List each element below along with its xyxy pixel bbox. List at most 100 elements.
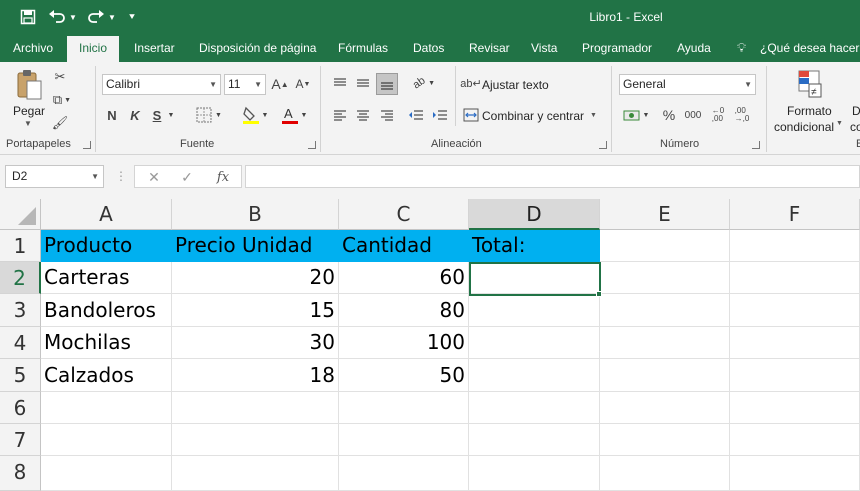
wrap-text-button[interactable]: Ajustar texto	[482, 78, 549, 92]
row-header-6[interactable]: 6	[0, 392, 41, 424]
accounting-format-icon[interactable]: ▼	[620, 106, 652, 124]
cell-e8[interactable]	[600, 456, 730, 491]
cell-a8[interactable]	[41, 456, 172, 491]
cell-c4[interactable]: 100	[339, 327, 469, 359]
cell-a5[interactable]: Calzados	[41, 359, 172, 392]
merge-center-icon[interactable]	[462, 106, 480, 124]
cell-b4[interactable]: 30	[172, 327, 339, 359]
cell-c2[interactable]: 60	[339, 262, 469, 294]
row-header-5[interactable]: 5	[0, 359, 41, 392]
cell-a3[interactable]: Bandoleros	[41, 294, 172, 327]
tab-archivo[interactable]: Archivo	[13, 34, 53, 62]
font-launcher-icon[interactable]	[308, 141, 316, 149]
underline-button[interactable]: S	[149, 106, 165, 124]
increase-font-icon[interactable]: A ▲	[271, 75, 289, 93]
cell-e6[interactable]	[600, 392, 730, 424]
conditional-format-label-1[interactable]: Formato	[787, 104, 832, 118]
conditional-format-icon[interactable]: ≠	[796, 68, 824, 100]
cell-a4[interactable]: Mochilas	[41, 327, 172, 359]
merge-dropdown-icon[interactable]: ▼	[590, 112, 597, 119]
format-as-table-label-1[interactable]: D	[852, 104, 860, 118]
row-header-8[interactable]: 8	[0, 456, 41, 491]
tab-ayuda[interactable]: Ayuda	[677, 34, 711, 62]
insert-function-icon[interactable]: fx	[214, 168, 232, 186]
cut-icon[interactable]: ✂	[51, 68, 69, 86]
fill-color-icon[interactable]: ▼	[240, 104, 270, 126]
row-header-4[interactable]: 4	[0, 327, 41, 359]
name-box[interactable]: D2 ▼	[5, 165, 104, 188]
row-header-1[interactable]: 1	[0, 230, 41, 262]
orientation-icon[interactable]: ab ▼	[409, 74, 439, 92]
cell-e1[interactable]	[600, 230, 730, 262]
decrease-indent-icon[interactable]	[406, 106, 426, 124]
cell-d1[interactable]: Total:	[469, 230, 600, 262]
number-format-select[interactable]: General ▼	[619, 74, 756, 95]
cell-f4[interactable]	[730, 327, 860, 359]
cell-c7[interactable]	[339, 424, 469, 456]
column-header-f[interactable]: F	[730, 199, 860, 230]
column-header-a[interactable]: A	[41, 199, 172, 230]
cell-f2[interactable]	[730, 262, 860, 294]
tab-revisar[interactable]: Revisar	[469, 34, 510, 62]
wrap-text-icon[interactable]: ab↵	[460, 74, 481, 92]
underline-dropdown-icon[interactable]: ▼	[166, 106, 176, 124]
align-middle-icon[interactable]	[354, 74, 372, 92]
cell-b6[interactable]	[172, 392, 339, 424]
cell-e7[interactable]	[600, 424, 730, 456]
clipboard-launcher-icon[interactable]	[83, 141, 91, 149]
alignment-launcher-icon[interactable]	[599, 141, 607, 149]
align-right-icon[interactable]	[378, 106, 396, 124]
column-header-e[interactable]: E	[600, 199, 730, 230]
cell-f1[interactable]	[730, 230, 860, 262]
tab-vista[interactable]: Vista	[531, 34, 557, 62]
number-launcher-icon[interactable]	[752, 141, 760, 149]
tab-formulas[interactable]: Fórmulas	[338, 34, 388, 62]
cell-c6[interactable]	[339, 392, 469, 424]
conditional-format-label-2[interactable]: condicional	[774, 120, 834, 134]
tab-inicio[interactable]: Inicio	[67, 36, 120, 63]
tab-insertar[interactable]: Insertar	[134, 34, 175, 62]
merge-center-button[interactable]: Combinar y centrar	[482, 109, 584, 123]
cell-c5[interactable]: 50	[339, 359, 469, 392]
cell-a6[interactable]	[41, 392, 172, 424]
cell-f6[interactable]	[730, 392, 860, 424]
cell-b5[interactable]: 18	[172, 359, 339, 392]
cell-e4[interactable]	[600, 327, 730, 359]
cell-e5[interactable]	[600, 359, 730, 392]
cell-f3[interactable]	[730, 294, 860, 327]
tab-disposicion[interactable]: Disposición de página	[199, 34, 316, 62]
resize-handle-icon[interactable]: ⋮	[115, 169, 127, 183]
format-painter-icon[interactable]: 🖌︎	[51, 114, 69, 132]
cell-d3[interactable]	[469, 294, 600, 327]
cell-d8[interactable]	[469, 456, 600, 491]
decrease-font-icon[interactable]: A ▼	[294, 75, 312, 93]
cell-b3[interactable]: 15	[172, 294, 339, 327]
align-top-icon[interactable]	[331, 74, 349, 92]
cell-f7[interactable]	[730, 424, 860, 456]
paste-icon[interactable]	[14, 68, 44, 102]
cell-f5[interactable]	[730, 359, 860, 392]
cell-c1[interactable]: Cantidad	[339, 230, 469, 262]
cell-a7[interactable]	[41, 424, 172, 456]
bold-button[interactable]: N	[104, 106, 120, 124]
paste-button[interactable]: Pegar	[13, 104, 45, 118]
cell-a2[interactable]: Carteras	[41, 262, 172, 294]
column-header-c[interactable]: C	[339, 199, 469, 230]
copy-icon[interactable]: ⧉ ▼	[51, 91, 73, 109]
cell-c3[interactable]: 80	[339, 294, 469, 327]
column-header-d[interactable]: D	[469, 199, 600, 230]
tab-programador[interactable]: Programador	[582, 34, 652, 62]
cell-d4[interactable]	[469, 327, 600, 359]
italic-button[interactable]: K	[127, 106, 143, 124]
borders-icon[interactable]: ▼	[194, 105, 224, 125]
format-as-table-label-2[interactable]: co	[850, 120, 860, 134]
cell-b1[interactable]: Precio Unidad	[172, 230, 339, 262]
decrease-decimal-icon[interactable]: ,00 →,0	[732, 106, 752, 124]
enter-icon[interactable]: ✓	[178, 168, 196, 186]
font-size-select[interactable]: 11 ▼	[224, 74, 266, 95]
cell-f8[interactable]	[730, 456, 860, 491]
tell-me-search[interactable]: 💡︎ ¿Qué desea hacer?	[737, 34, 860, 62]
cancel-icon[interactable]: ✕	[145, 168, 163, 186]
tab-datos[interactable]: Datos	[413, 34, 444, 62]
cell-b7[interactable]	[172, 424, 339, 456]
